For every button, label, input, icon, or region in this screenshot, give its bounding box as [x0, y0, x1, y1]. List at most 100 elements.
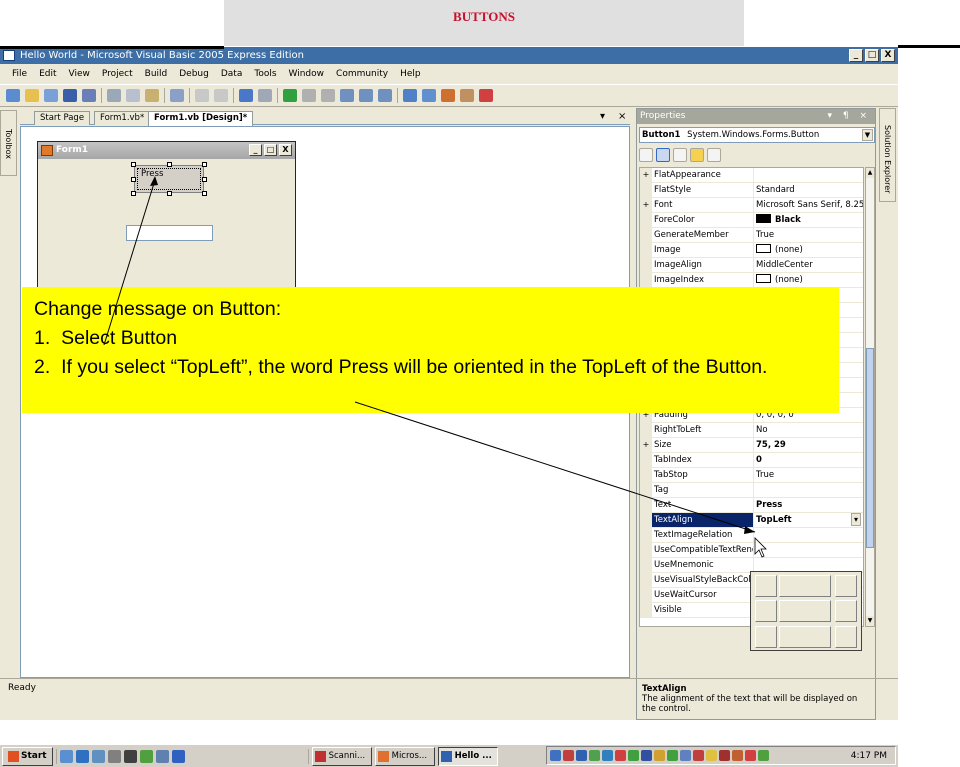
open-file-icon[interactable]	[25, 89, 39, 102]
save-all-icon[interactable]	[82, 89, 96, 102]
pause-icon[interactable]	[302, 89, 316, 102]
align-bottom-right-cell[interactable]	[835, 626, 857, 648]
media-icon[interactable]	[123, 749, 137, 763]
form1-design-window[interactable]: Form1 _ □ X Press	[37, 141, 296, 291]
expand-icon[interactable]: +	[640, 198, 652, 212]
properties-window-controls[interactable]: ▾ ¶ ×	[827, 109, 871, 124]
explorer-icon[interactable]	[91, 749, 105, 763]
tray-icon[interactable]	[589, 750, 600, 761]
align-bottom-left-cell[interactable]	[755, 626, 777, 648]
tray-icon[interactable]	[732, 750, 743, 761]
chevron-down-icon[interactable]: ▾	[851, 513, 861, 526]
property-row[interactable]: FlatStyle Standard	[640, 183, 863, 198]
textalign-picker[interactable]	[750, 571, 862, 651]
object-selector[interactable]: Button1 System.Windows.Forms.Button ▼	[639, 127, 875, 143]
undo-icon[interactable]	[239, 89, 253, 102]
start-debug-icon[interactable]	[283, 89, 297, 102]
tray-icon[interactable]	[563, 750, 574, 761]
property-row[interactable]: ImageIndex (none)	[640, 273, 863, 288]
menu-build[interactable]: Build	[139, 66, 174, 83]
property-row[interactable]: UseCompatibleTextRendering	[640, 543, 863, 558]
property-value[interactable]: No	[754, 423, 863, 437]
step-out-icon[interactable]	[378, 89, 392, 102]
menu-debug[interactable]: Debug	[173, 66, 215, 83]
property-value[interactable]: TopLeft	[754, 513, 863, 527]
property-value[interactable]: Black	[754, 213, 863, 227]
property-row[interactable]: + Font Microsoft Sans Serif, 8.25pt	[640, 198, 863, 213]
resize-handle[interactable]	[167, 162, 172, 167]
property-row[interactable]: + FlatAppearance	[640, 168, 863, 183]
menu-window[interactable]: Window	[283, 66, 331, 83]
toolbox-tab[interactable]: Toolbox	[0, 110, 17, 176]
resize-handle[interactable]	[131, 191, 136, 196]
menu-data[interactable]: Data	[215, 66, 249, 83]
tab-start-page[interactable]: Start Page	[34, 111, 91, 125]
property-row[interactable]: TabStop True	[640, 468, 863, 483]
property-value[interactable]: Press	[754, 498, 863, 512]
resize-handle[interactable]	[202, 191, 207, 196]
quicklaunch-icon[interactable]	[139, 749, 153, 763]
tray-icon[interactable]	[680, 750, 691, 761]
button1-press[interactable]: Press	[134, 165, 204, 193]
menu-edit[interactable]: Edit	[33, 66, 62, 83]
property-value[interactable]: MiddleCenter	[754, 258, 863, 272]
paste-icon[interactable]	[145, 89, 159, 102]
expand-icon[interactable]: +	[640, 438, 652, 452]
scroll-thumb[interactable]	[866, 348, 874, 548]
solution-explorer-icon[interactable]	[403, 89, 417, 102]
property-value[interactable]	[754, 168, 863, 182]
property-value[interactable]	[754, 543, 863, 557]
task-microsoft[interactable]: Micros...	[374, 746, 435, 766]
cut-icon[interactable]	[107, 89, 121, 102]
resize-handle[interactable]	[167, 191, 172, 196]
resize-handle[interactable]	[131, 177, 136, 182]
find-icon[interactable]	[170, 89, 184, 102]
add-item-icon[interactable]	[44, 89, 58, 102]
property-row[interactable]: Text Press	[640, 498, 863, 513]
property-value[interactable]: 75, 29	[754, 438, 863, 452]
property-value[interactable]: 0	[754, 453, 863, 467]
tray-icon[interactable]	[706, 750, 717, 761]
categorized-icon[interactable]	[639, 148, 653, 162]
tab-close-icon[interactable]: ×	[618, 111, 626, 122]
toolbox-icon[interactable]	[460, 89, 474, 102]
property-row[interactable]: Tag	[640, 483, 863, 498]
tray-icon[interactable]	[615, 750, 626, 761]
properties-icon[interactable]	[673, 148, 687, 162]
property-row[interactable]: ForeColor Black	[640, 213, 863, 228]
property-row[interactable]: ▾ TextAlign TopLeft	[640, 513, 863, 528]
property-value[interactable]	[754, 528, 863, 542]
menu-project[interactable]: Project	[96, 66, 139, 83]
tray-icon[interactable]	[654, 750, 665, 761]
comment-icon[interactable]	[195, 89, 209, 102]
property-value[interactable]: True	[754, 468, 863, 482]
scroll-down-icon[interactable]: ▼	[866, 616, 874, 626]
scroll-up-icon[interactable]: ▲	[866, 168, 874, 178]
step-into-icon[interactable]	[340, 89, 354, 102]
menu-view[interactable]: View	[63, 66, 96, 83]
property-grid-scrollbar[interactable]: ▲ ▼	[865, 167, 875, 627]
minimize-button[interactable]: _	[849, 49, 863, 62]
property-row[interactable]: TabIndex 0	[640, 453, 863, 468]
property-value[interactable]	[754, 483, 863, 497]
expand-icon[interactable]: +	[640, 168, 652, 182]
tray-icon[interactable]	[602, 750, 613, 761]
start-button[interactable]: Start	[2, 746, 53, 766]
menu-community[interactable]: Community	[330, 66, 394, 83]
show-desktop-icon[interactable]	[59, 749, 73, 763]
tray-icon[interactable]	[693, 750, 704, 761]
ie-icon[interactable]	[75, 749, 89, 763]
taskbar-clock[interactable]: 4:17 PM	[851, 751, 887, 761]
menu-help[interactable]: Help	[394, 66, 427, 83]
align-top-right-cell[interactable]	[835, 575, 857, 597]
object-browser-icon[interactable]	[441, 89, 455, 102]
align-top-left-cell[interactable]	[755, 575, 777, 597]
property-value[interactable]: Standard	[754, 183, 863, 197]
property-value[interactable]: True	[754, 228, 863, 242]
close-button[interactable]: X	[881, 49, 895, 62]
property-value[interactable]: (none)	[754, 273, 863, 287]
tray-icon[interactable]	[576, 750, 587, 761]
resize-handle[interactable]	[131, 162, 136, 167]
properties-window-icon[interactable]	[422, 89, 436, 102]
copy-icon[interactable]	[126, 89, 140, 102]
